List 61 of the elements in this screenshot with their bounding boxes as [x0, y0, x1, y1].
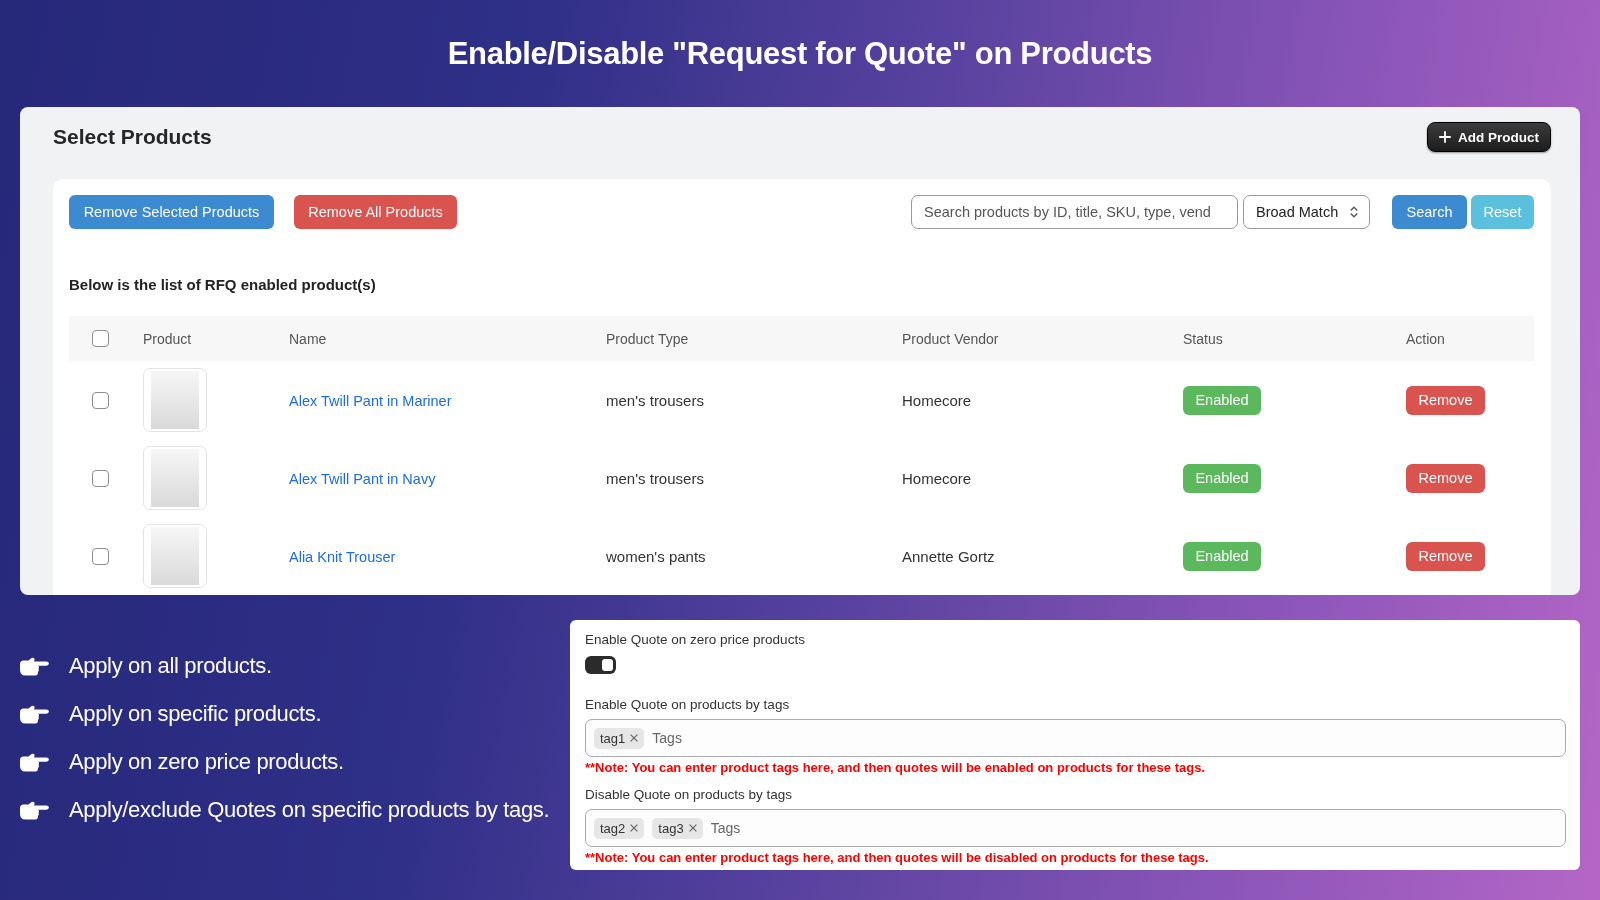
match-type-select[interactable]: Broad Match	[1243, 195, 1370, 229]
table-cell-text: Annette Gortz	[902, 547, 996, 565]
status-badge: Enabled	[1183, 385, 1261, 415]
column-header: Status	[1183, 330, 1224, 347]
column-header: Action	[1406, 330, 1446, 347]
status-badge: Enabled	[1183, 463, 1261, 493]
note-text: **Note: You can enter product tags here, and then quotes will be disabled on products for these tags.	[585, 850, 1210, 866]
product-name-link[interactable]: Alia Knit Trouser	[289, 548, 396, 565]
status-badge: Enabled	[1183, 541, 1261, 571]
section-caption: Below is the list of RFQ enabled product(s)	[69, 276, 377, 294]
toggle-switch[interactable]	[585, 656, 616, 674]
note-text: **Note: You can enter product tags here, and then quotes will be enabled on products for these tags.	[585, 760, 1206, 776]
search-button[interactable]: Search	[1392, 195, 1467, 229]
table-cell-text: men's trousers	[606, 391, 705, 409]
remove-button[interactable]: Remove	[1406, 385, 1485, 415]
table-cell-text: Homecore	[902, 469, 973, 487]
close-icon[interactable]	[630, 824, 639, 832]
checkbox[interactable]	[92, 547, 109, 565]
select-arrows-icon	[1350, 206, 1358, 218]
panel-title: Select Products	[53, 125, 212, 149]
table-cell-text: men's trousers	[606, 469, 705, 487]
product-photo-placeholder	[143, 524, 207, 588]
pointing-hand-icon	[20, 656, 49, 676]
checkbox[interactable]	[92, 469, 109, 487]
product-name-link[interactable]: Alex Twill Pant in Mariner	[289, 392, 452, 409]
close-icon[interactable]	[630, 734, 639, 742]
close-icon[interactable]	[688, 824, 697, 832]
remove-button[interactable]: Remove	[1406, 463, 1485, 493]
add-product-button[interactable]: Add Product	[1427, 122, 1551, 152]
table-cell-text: women's pants	[606, 547, 707, 565]
search-field[interactable]: Search products by ID, title, SKU, type, vend	[911, 195, 1238, 229]
remove-selected-button[interactable]: Remove Selected Products	[69, 195, 274, 229]
checkbox[interactable]	[92, 391, 109, 409]
field-label: Disable Quote on products by tags	[585, 787, 794, 803]
table-cell-text: Homecore	[902, 391, 973, 409]
feature-text: Apply on specific products.	[69, 701, 322, 727]
tag-chip[interactable]: tag2	[594, 817, 645, 839]
field-label: Enable Quote on zero price products	[585, 632, 806, 648]
product-name-link[interactable]: Alex Twill Pant in Navy	[289, 470, 436, 487]
tag-chip[interactable]: tag3	[652, 817, 703, 839]
pointing-hand-icon	[20, 752, 49, 772]
plus-icon	[1439, 131, 1451, 143]
product-photo-placeholder	[143, 446, 207, 510]
checkbox[interactable]	[92, 330, 109, 347]
feature-text: Apply on zero price products.	[69, 749, 344, 775]
pointing-hand-icon	[20, 800, 49, 820]
tag-input-field[interactable]: tag2 tag3 Tags	[585, 809, 1566, 847]
column-header: Product Type	[606, 330, 690, 347]
tag-input-field[interactable]: tag1 Tags	[585, 719, 1566, 757]
column-header: Product Vendor	[902, 330, 1000, 347]
remove-button[interactable]: Remove	[1406, 541, 1485, 571]
feature-text: Apply on all products.	[69, 653, 272, 679]
pointing-hand-icon	[20, 704, 49, 724]
tag-chip[interactable]: tag1	[594, 727, 645, 749]
column-header: Product	[143, 330, 193, 347]
field-label: Enable Quote on products by tags	[585, 697, 791, 713]
product-photo-placeholder	[143, 368, 207, 432]
page-title: Enable/Disable "Request for Quote" on Products	[447, 35, 1153, 72]
feature-text: Apply/exclude Quotes on specific products by tags.	[69, 797, 550, 823]
column-header: Name	[289, 330, 328, 347]
remove-all-button[interactable]: Remove All Products	[294, 195, 457, 229]
